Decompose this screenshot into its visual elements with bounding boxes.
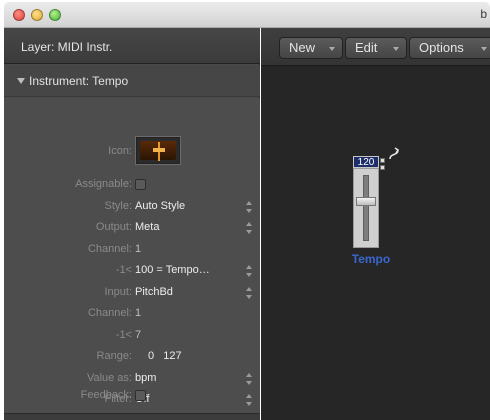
instrument-section-header[interactable]: Instrument: Tempo: [4, 65, 260, 97]
instrument-section-label: Instrument: Tempo: [29, 74, 129, 88]
param-row-icon: Icon:: [4, 143, 260, 161]
param-label: -1<: [115, 264, 132, 276]
param-row-output-controller[interactable]: -1< 100 = Tempo…: [4, 262, 260, 280]
param-label: Output:: [95, 221, 132, 233]
output-port-icon[interactable]: [380, 158, 385, 163]
param-row-output[interactable]: Output: Meta: [4, 219, 260, 237]
param-label: Icon:: [108, 145, 132, 157]
param-label: Channel:: [87, 307, 132, 319]
param-label: Channel:: [87, 243, 132, 255]
zoom-window-button[interactable]: [49, 9, 61, 21]
popup-stepper-icon: [246, 287, 252, 299]
chevron-down-icon: [393, 47, 399, 51]
new-menu-label: New: [289, 40, 316, 55]
fader-value-display[interactable]: 120: [353, 156, 379, 168]
tempo-fader-icon: [153, 142, 165, 161]
window-titlebar: b: [4, 2, 490, 28]
param-row-output-channel[interactable]: Channel: 1: [4, 241, 260, 259]
param-row-input-channel[interactable]: Channel: 1: [4, 305, 260, 323]
popup-stepper-icon: [246, 373, 252, 385]
tempo-fader-object[interactable]: 120: [353, 156, 387, 250]
style-popup[interactable]: Auto Style: [135, 200, 185, 212]
fader-track: [363, 175, 369, 241]
edit-menu-label: Edit: [355, 40, 378, 55]
instrument-icon-well[interactable]: [135, 136, 181, 165]
input-channel-value[interactable]: 1: [135, 307, 141, 319]
range-value[interactable]: 0 127: [148, 350, 182, 362]
edit-menu-button[interactable]: Edit: [345, 37, 407, 59]
param-label: -1<: [115, 329, 132, 341]
param-label: Feedback:: [80, 389, 132, 401]
options-menu-label: Options: [419, 40, 464, 55]
chevron-down-icon: [329, 47, 335, 51]
param-row-value-as[interactable]: Value as: bpm: [4, 370, 260, 388]
fader-body[interactable]: [353, 168, 379, 248]
minimize-window-button[interactable]: [31, 9, 43, 21]
param-row-feedback-visible: Feedback:: [4, 387, 260, 405]
input-controller-value[interactable]: 7: [135, 329, 141, 341]
param-label: Assignable:: [75, 178, 132, 190]
popup-stepper-icon: [246, 201, 252, 213]
close-window-button[interactable]: [13, 9, 25, 21]
new-menu-button[interactable]: New: [279, 37, 343, 59]
inspector-panel: Layer: MIDI Instr. Instrument: Tempo Ico…: [4, 28, 260, 420]
param-label: Value as:: [86, 372, 132, 384]
inspector-bottom-bar: [4, 413, 260, 420]
input-popup[interactable]: PitchBd: [135, 286, 173, 298]
output-controller-popup[interactable]: 100 = Tempo…: [135, 264, 210, 276]
options-menu-button[interactable]: Options: [409, 37, 490, 59]
assignable-checkbox[interactable]: [135, 179, 146, 190]
input-port-icon[interactable]: [380, 165, 385, 170]
fader-name-label[interactable]: Tempo: [343, 252, 399, 266]
environment-toolbar: New Edit Options: [261, 28, 490, 66]
param-label: Style:: [104, 200, 132, 212]
disclosure-triangle-icon[interactable]: [17, 78, 25, 84]
popup-stepper-icon: [246, 222, 252, 234]
param-row-range[interactable]: Range: 0 127: [4, 348, 260, 366]
output-popup[interactable]: Meta: [135, 221, 159, 233]
window-title: b: [480, 7, 487, 21]
fader-handle[interactable]: [356, 197, 376, 206]
param-row-assignable: Assignable:: [4, 176, 260, 194]
layer-label: Layer: MIDI Instr.: [21, 40, 113, 54]
value-as-popup[interactable]: bpm: [135, 372, 156, 384]
feedback-checkbox[interactable]: [135, 390, 146, 401]
param-row-style[interactable]: Style: Auto Style: [4, 198, 260, 216]
param-row-input[interactable]: Input: PitchBd: [4, 284, 260, 302]
cable-hook-icon[interactable]: [388, 147, 400, 161]
instrument-parameters: Icon: Assignable: Style: Auto Style Outp…: [4, 98, 260, 413]
layer-header[interactable]: Layer: MIDI Instr.: [4, 28, 260, 64]
param-label: Input:: [104, 286, 132, 298]
param-label: Range:: [96, 350, 132, 362]
chevron-down-icon: [481, 47, 487, 51]
popup-stepper-icon: [246, 265, 252, 277]
output-channel-value[interactable]: 1: [135, 243, 141, 255]
param-row-input-controller[interactable]: -1< 7: [4, 327, 260, 345]
